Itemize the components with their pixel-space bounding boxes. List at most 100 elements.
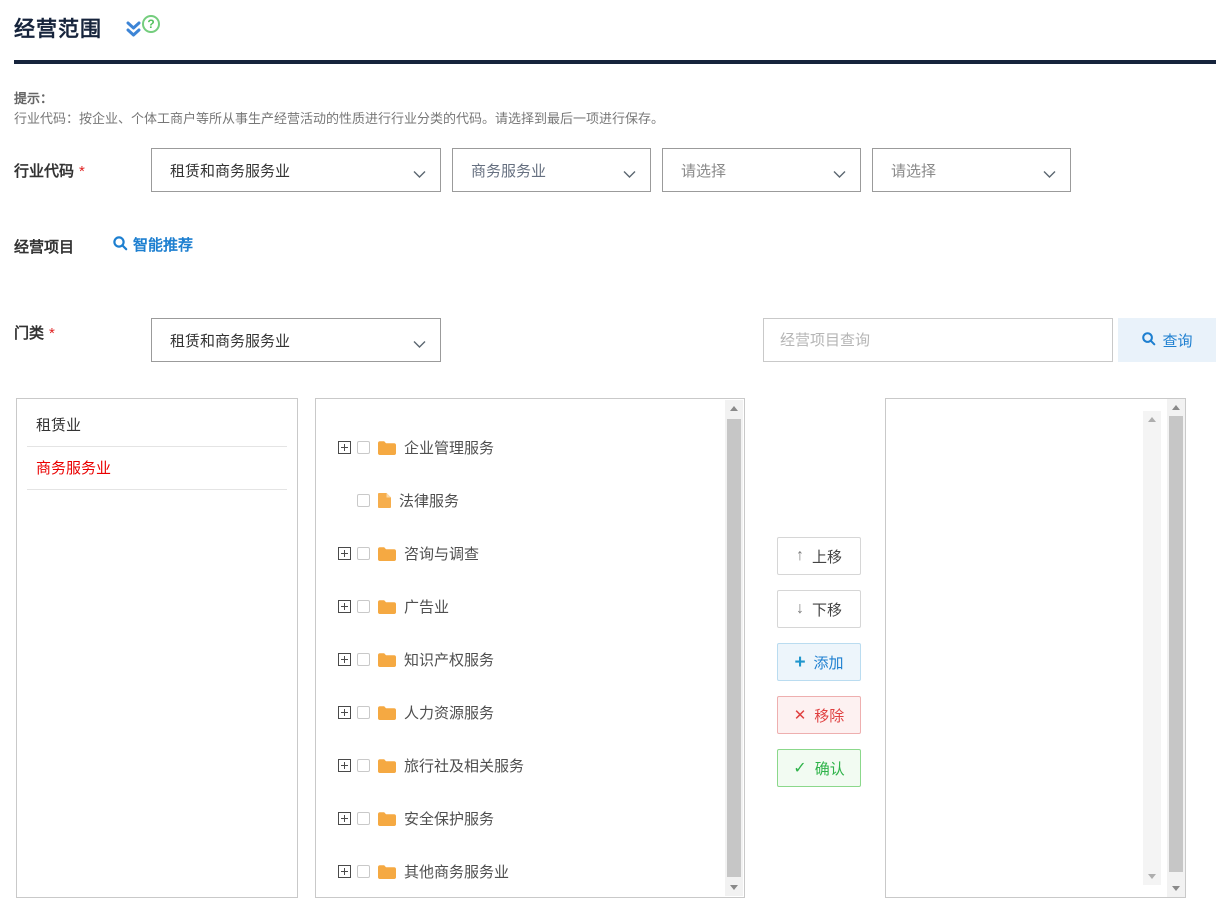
industry-code-select-level3[interactable]: 请选择: [662, 148, 861, 192]
check-icon: ✓: [793, 758, 806, 778]
scroll-down-arrow-icon[interactable]: [1148, 874, 1156, 879]
checkbox[interactable]: [357, 759, 370, 772]
plus-icon: +: [794, 653, 805, 672]
move-up-label: 上移: [812, 546, 842, 567]
search-icon: [1141, 331, 1156, 350]
chevron-down-icon: [623, 166, 636, 175]
scrollbar-thumb[interactable]: [1169, 416, 1183, 872]
folder-icon: [378, 759, 396, 773]
tree-item-label[interactable]: 知识产权服务: [404, 649, 494, 670]
arrow-down-icon: ↓: [796, 600, 804, 618]
arrow-up-icon: ↑: [796, 547, 804, 565]
scroll-up-arrow-icon[interactable]: [1172, 405, 1180, 410]
tree-scrollbar[interactable]: [725, 400, 743, 896]
search-icon: [112, 235, 128, 255]
x-icon: ✕: [794, 706, 807, 724]
tree-item-label[interactable]: 广告业: [404, 596, 449, 617]
select-value: 租赁和商务服务业: [170, 160, 405, 181]
selected-items-panel: [885, 398, 1186, 898]
chevron-down-icon: [833, 166, 846, 175]
tree-item[interactable]: 人力资源服务: [338, 686, 744, 739]
checkbox[interactable]: [357, 547, 370, 560]
tree-item-label[interactable]: 人力资源服务: [404, 702, 494, 723]
remove-button[interactable]: ✕ 移除: [777, 696, 861, 734]
industry-code-select-level4[interactable]: 请选择: [872, 148, 1071, 192]
checkbox[interactable]: [357, 653, 370, 666]
tree-item[interactable]: 其他商务服务业: [338, 845, 744, 898]
scroll-down-arrow-icon[interactable]: [1172, 886, 1180, 891]
confirm-button[interactable]: ✓ 确认: [777, 749, 861, 787]
tree-item[interactable]: 咨询与调查: [338, 527, 744, 580]
selected-items-inner-scrollbar[interactable]: [1143, 411, 1161, 885]
expand-plus-icon[interactable]: [338, 812, 351, 825]
tree-item[interactable]: 旅行社及相关服务: [338, 739, 744, 792]
scroll-up-arrow-icon[interactable]: [730, 406, 738, 411]
category-item-selected[interactable]: 商务服务业: [27, 447, 287, 490]
title-divider: [14, 60, 1216, 64]
category-select[interactable]: 租赁和商务服务业: [151, 318, 441, 362]
scroll-up-arrow-icon[interactable]: [1148, 417, 1156, 422]
smart-recommend-link[interactable]: 智能推荐: [112, 234, 193, 255]
query-button[interactable]: 查询: [1118, 318, 1216, 362]
confirm-label: 确认: [815, 758, 845, 779]
category-item[interactable]: 租赁业: [27, 404, 287, 447]
transfer-actions: ↑ 上移 ↓ 下移 + 添加 ✕ 移除 ✓ 确认: [777, 537, 861, 787]
expand-plus-icon[interactable]: [338, 865, 351, 878]
move-up-button[interactable]: ↑ 上移: [777, 537, 861, 575]
folder-icon: [378, 547, 396, 561]
tree-item-child[interactable]: 法律服务: [338, 474, 744, 527]
selected-items-scrollbar[interactable]: [1167, 399, 1185, 897]
remove-label: 移除: [814, 705, 844, 726]
required-asterisk: *: [79, 163, 85, 180]
query-button-label: 查询: [1162, 330, 1192, 351]
checkbox[interactable]: [357, 494, 370, 507]
industry-code-select-level1[interactable]: 租赁和商务服务业: [151, 148, 441, 192]
expand-plus-icon[interactable]: [338, 600, 351, 613]
industry-code-label: 行业代码 *: [14, 160, 85, 181]
select-value: 请选择: [891, 160, 1035, 181]
expand-plus-icon[interactable]: [338, 759, 351, 772]
expand-plus-icon[interactable]: [338, 547, 351, 560]
category-label: 门类*: [14, 322, 55, 343]
chevron-down-icon: [413, 166, 426, 175]
tree-item-label[interactable]: 其他商务服务业: [404, 861, 509, 882]
tree-item-label[interactable]: 旅行社及相关服务: [404, 755, 524, 776]
tree-item[interactable]: 企业管理服务: [338, 421, 744, 474]
hint-text: 行业代码：按企业、个体工商户等所从事生产经营活动的性质进行行业分类的代码。请选择…: [14, 108, 664, 127]
checkbox[interactable]: [357, 865, 370, 878]
category-list: 租赁业 商务服务业: [17, 399, 297, 490]
industry-code-select-level2[interactable]: 商务服务业: [452, 148, 651, 192]
checkbox[interactable]: [357, 441, 370, 454]
tree-item-label[interactable]: 安全保护服务: [404, 808, 494, 829]
add-label: 添加: [814, 652, 844, 673]
folder-icon: [378, 706, 396, 720]
folder-icon: [378, 865, 396, 879]
checkbox[interactable]: [357, 706, 370, 719]
scroll-down-arrow-icon[interactable]: [730, 885, 738, 890]
add-button[interactable]: + 添加: [777, 643, 861, 681]
business-items-label: 经营项目: [14, 236, 74, 257]
expand-plus-icon[interactable]: [338, 441, 351, 454]
tree-item-label[interactable]: 咨询与调查: [404, 543, 479, 564]
tree-item-label[interactable]: 法律服务: [399, 490, 459, 511]
hint-label: 提示：: [14, 88, 53, 107]
expand-plus-icon[interactable]: [338, 706, 351, 719]
tree-item[interactable]: 知识产权服务: [338, 633, 744, 686]
scrollbar-thumb[interactable]: [727, 419, 741, 877]
checkbox[interactable]: [357, 600, 370, 613]
expand-plus-icon[interactable]: [338, 653, 351, 666]
business-item-search-input[interactable]: [763, 318, 1113, 362]
select-value: 请选择: [681, 160, 825, 181]
move-down-button[interactable]: ↓ 下移: [777, 590, 861, 628]
checkbox[interactable]: [357, 812, 370, 825]
industry-code-label-text: 行业代码: [14, 163, 74, 180]
tree-item[interactable]: 广告业: [338, 580, 744, 633]
tree-item[interactable]: 安全保护服务: [338, 792, 744, 845]
chevron-down-icon: [413, 336, 426, 345]
tree-item-label[interactable]: 企业管理服务: [404, 437, 494, 458]
required-asterisk: *: [49, 325, 55, 342]
folder-icon: [378, 653, 396, 667]
help-icon[interactable]: ?: [142, 15, 160, 33]
file-icon: [378, 493, 391, 508]
collapse-double-chevron-icon[interactable]: [125, 21, 142, 38]
